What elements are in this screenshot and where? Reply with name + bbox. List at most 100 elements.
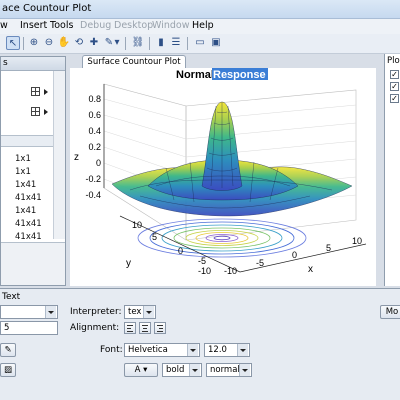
svg-text:-5: -5 <box>198 256 206 266</box>
caret-right-icon[interactable] <box>44 89 48 95</box>
rotate-3d-icon[interactable]: ⟲ <box>72 36 86 50</box>
menu-bar: w Insert Tools Debug Desktop Window Help <box>0 19 400 34</box>
chevron-down-icon <box>143 306 154 318</box>
panel-header-label: s <box>3 58 8 68</box>
plot-area[interactable]: Normal Response 0.8 0.6 0.4 0.2 0 -0.2 -… <box>70 68 376 286</box>
window-title: ace Countour Plot <box>2 3 92 14</box>
toolbar-separator <box>23 37 24 50</box>
menu-debug[interactable]: Debug <box>80 20 111 31</box>
link-icon[interactable]: ⛓ <box>131 36 145 50</box>
align-left-button[interactable] <box>124 322 136 334</box>
variable-size[interactable]: 1x1 <box>15 154 31 164</box>
more-properties-button[interactable]: Mo <box>380 305 400 319</box>
caret-right-icon[interactable] <box>44 109 48 115</box>
panel-header: s <box>1 57 65 71</box>
font-angle-dropdown[interactable]: normal <box>206 363 252 377</box>
text-color-button[interactable]: ✎ <box>0 343 16 357</box>
panel-footer <box>1 242 65 285</box>
alignment-label: Alignment: <box>70 323 120 333</box>
left-field[interactable]: 5 <box>0 321 58 335</box>
interpreter-dropdown[interactable]: tex <box>124 305 156 319</box>
visibility-checkbox[interactable]: ✓ <box>390 70 399 79</box>
visibility-checkbox[interactable]: ✓ <box>390 94 399 103</box>
svg-text:0: 0 <box>292 250 297 260</box>
3d-axes-icon[interactable] <box>31 107 40 116</box>
string-dropdown[interactable] <box>0 305 58 319</box>
figure-palette-panel: s 1x1 1x1 1x41 41x41 1x41 41x41 41x41 <box>0 56 66 286</box>
menu-help[interactable]: Help <box>192 20 214 31</box>
variable-size[interactable]: 41x41 <box>15 232 42 242</box>
svg-text:0.4: 0.4 <box>88 126 101 136</box>
variable-size[interactable]: 1x41 <box>15 206 36 216</box>
svg-text:-10: -10 <box>198 266 211 276</box>
font-size-value: 12.0 <box>208 345 227 355</box>
toolbar: ↖ ⊕ ⊖ ✋ ⟲ ✚ ✎ ▾ ⛓ ▮ ☰ ▭ ▣ <box>0 34 400 54</box>
font-weight-dropdown[interactable]: bold <box>162 363 202 377</box>
menu-desktop[interactable]: Desktop <box>114 20 153 31</box>
font-dropdown[interactable]: Helvetica <box>124 343 200 357</box>
chevron-down-icon <box>45 306 56 318</box>
zoom-out-icon[interactable]: ⊖ <box>42 36 56 50</box>
toolbar-separator <box>125 37 126 50</box>
align-right-button[interactable] <box>154 322 166 334</box>
font-color-button[interactable]: A ▾ <box>124 363 158 377</box>
svg-text:0: 0 <box>96 158 101 168</box>
tab-strip: Surface Countour Plot <box>68 54 380 68</box>
font-label: Font: <box>100 345 123 355</box>
z-tick-labels: 0.8 0.6 0.4 0.2 0 -0.2 -0.4 <box>85 94 101 200</box>
font-weight-value: bold <box>166 365 185 375</box>
svg-text:-10: -10 <box>224 266 237 276</box>
insert-colorbar-icon[interactable]: ▮ <box>154 36 168 50</box>
menu-insert[interactable]: Insert <box>20 20 47 31</box>
x-axis-label[interactable]: x <box>308 264 313 275</box>
variable-size[interactable]: 1x41 <box>15 180 36 190</box>
toolbar-separator <box>187 37 188 50</box>
property-editor: Text 5 ✎ ▨ Interpreter: tex Alignment: F… <box>0 288 400 400</box>
zoom-in-icon[interactable]: ⊕ <box>27 36 41 50</box>
menu-window[interactable]: Window <box>152 20 189 31</box>
align-center-button[interactable] <box>139 322 151 334</box>
left-field-value: 5 <box>4 323 10 333</box>
surface-plot[interactable]: Normal Response 0.8 0.6 0.4 0.2 0 -0.2 -… <box>70 68 376 286</box>
background-color-button[interactable]: ▨ <box>0 363 16 377</box>
svg-text:-0.4: -0.4 <box>85 190 101 200</box>
2d-axes-icon[interactable] <box>31 87 40 96</box>
interpreter-value: tex <box>128 307 142 317</box>
edit-plot-icon[interactable]: ↖ <box>6 36 20 50</box>
plot-browser-panel: Plo ✓ ✓ ✓ <box>384 54 400 286</box>
z-axis-label[interactable]: z <box>74 152 79 163</box>
font-size-dropdown[interactable]: 12.0 <box>204 343 250 357</box>
font-value: Helvetica <box>128 345 168 355</box>
scrollbar[interactable] <box>53 71 65 239</box>
interpreter-label: Interpreter: <box>70 307 122 317</box>
svg-text:10: 10 <box>132 220 142 230</box>
svg-text:0.6: 0.6 <box>88 110 101 120</box>
svg-text:0.2: 0.2 <box>88 142 101 152</box>
pan-icon[interactable]: ✋ <box>57 36 71 50</box>
chevron-down-icon[interactable]: ▾ <box>113 36 121 50</box>
variable-size[interactable]: 1x1 <box>15 167 31 177</box>
svg-text:0: 0 <box>178 246 183 256</box>
title-bar: ace Countour Plot <box>0 0 400 19</box>
y-axis-label[interactable]: y <box>126 258 131 269</box>
chevron-down-icon <box>239 364 250 376</box>
menu-tools[interactable]: Tools <box>50 20 73 31</box>
contour-projection <box>137 218 307 258</box>
data-cursor-icon[interactable]: ✚ <box>87 36 101 50</box>
chevron-down-icon <box>187 344 198 356</box>
variable-size[interactable]: 41x41 <box>15 219 42 229</box>
figure-title-selected[interactable]: Response <box>213 69 266 81</box>
svg-text:5: 5 <box>326 243 331 253</box>
chevron-down-icon <box>189 364 200 376</box>
figure-title[interactable]: Normal <box>176 69 214 81</box>
section-label: Text <box>2 292 21 302</box>
show-plot-tools-icon[interactable]: ▣ <box>209 36 223 50</box>
visibility-checkbox[interactable]: ✓ <box>390 82 399 91</box>
insert-legend-icon[interactable]: ☰ <box>169 36 183 50</box>
chevron-down-icon <box>237 344 248 356</box>
menu-view[interactable]: w <box>0 20 8 31</box>
tab-surface-countour-plot[interactable]: Surface Countour Plot <box>82 55 186 68</box>
hide-plot-tools-icon[interactable]: ▭ <box>193 36 207 50</box>
variable-size[interactable]: 41x41 <box>15 193 42 203</box>
svg-text:10: 10 <box>352 236 362 246</box>
